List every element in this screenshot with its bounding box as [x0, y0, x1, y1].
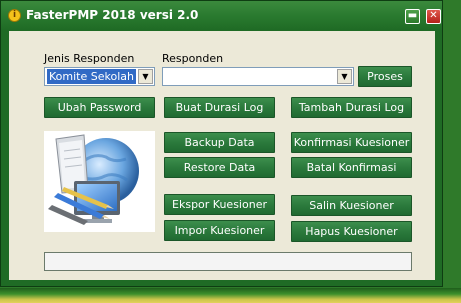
ekspor-kuesioner-button[interactable]: Ekspor Kuesioner: [164, 194, 275, 215]
computer-pencils-illustration: [48, 134, 139, 225]
title-bar[interactable]: i FasterPMP 2018 versi 2.0 ▬ ✕: [1, 1, 442, 30]
jenis-responden-select[interactable]: Komite Sekolah ▼: [44, 67, 155, 86]
jenis-responden-value: Komite Sekolah: [47, 69, 136, 84]
desktop-background: [0, 288, 461, 303]
hapus-kuesioner-button[interactable]: Hapus Kuesioner: [291, 221, 412, 242]
responden-label: Responden: [162, 52, 224, 65]
app-illustration-image: [44, 131, 155, 232]
impor-kuesioner-button[interactable]: Impor Kuesioner: [164, 220, 275, 241]
restore-data-button[interactable]: Restore Data: [164, 157, 275, 178]
responden-select[interactable]: ▼: [162, 67, 354, 86]
proses-button[interactable]: Proses: [358, 66, 412, 87]
app-window: i FasterPMP 2018 versi 2.0 ▬ ✕ Jenis Res…: [0, 0, 443, 287]
window-title: FasterPMP 2018 versi 2.0: [26, 8, 199, 22]
close-button[interactable]: ✕: [426, 9, 441, 24]
salin-kuesioner-button[interactable]: Salin Kuesioner: [291, 195, 412, 216]
ubah-password-button[interactable]: Ubah Password: [44, 97, 155, 118]
tambah-durasi-log-button[interactable]: Tambah Durasi Log: [291, 97, 412, 118]
progress-bar: [44, 252, 412, 271]
konfirmasi-kuesioner-button[interactable]: Konfirmasi Kuesioner: [291, 132, 412, 153]
minimize-button[interactable]: ▬: [405, 9, 420, 24]
chevron-down-icon[interactable]: ▼: [337, 69, 352, 84]
buat-durasi-log-button[interactable]: Buat Durasi Log: [164, 97, 275, 118]
chevron-down-icon[interactable]: ▼: [138, 69, 153, 84]
batal-konfirmasi-button[interactable]: Batal Konfirmasi: [291, 157, 412, 178]
backup-data-button[interactable]: Backup Data: [164, 132, 275, 153]
jenis-responden-label: Jenis Responden: [44, 52, 135, 65]
app-info-icon: i: [8, 9, 21, 22]
client-area: Jenis Responden Responden Komite Sekolah…: [9, 31, 435, 280]
